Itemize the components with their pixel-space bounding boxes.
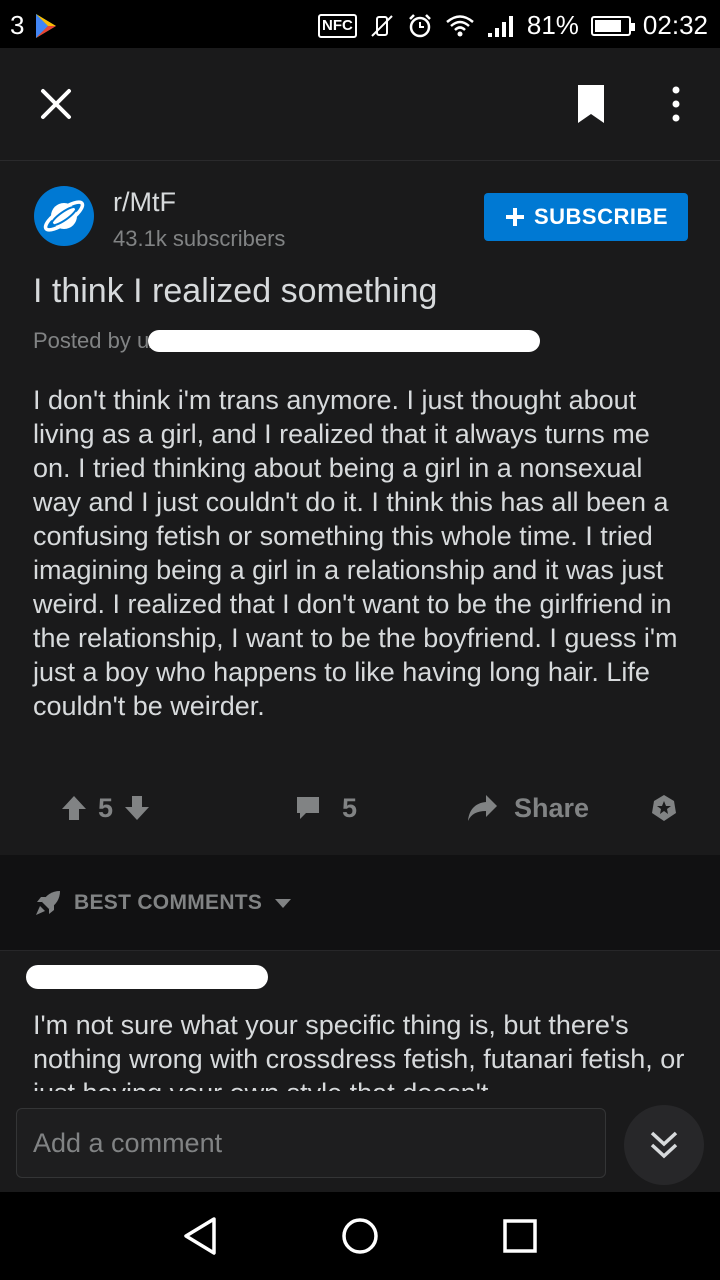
- save-button[interactable]: [565, 78, 617, 130]
- comment-icon: [297, 797, 319, 819]
- bookmark-icon: [578, 85, 604, 123]
- subscribe-button[interactable]: SUBSCRIBE: [484, 193, 688, 241]
- wifi-icon: [446, 14, 474, 36]
- comment: I'm not sure what your specific thing is…: [0, 951, 720, 1091]
- share-icon: [468, 795, 497, 821]
- vote-count: 5: [98, 792, 114, 823]
- award-button[interactable]: [649, 780, 679, 836]
- clock: 02:32: [642, 10, 708, 40]
- play-store-icon: [36, 13, 57, 38]
- subscriber-count: 43.1k subscribers: [113, 226, 286, 251]
- share-button[interactable]: Share: [466, 780, 589, 836]
- vote-group: 5: [60, 780, 151, 836]
- recents-button[interactable]: [490, 1210, 550, 1262]
- battery-icon: [590, 15, 635, 36]
- jump-to-comments-button[interactable]: [624, 1105, 704, 1185]
- subreddit-name[interactable]: r/MtF: [113, 187, 176, 218]
- comment-body: I'm not sure what your specific thing is…: [33, 1010, 685, 1091]
- share-label: Share: [514, 792, 590, 823]
- caret-down-icon: [275, 899, 292, 908]
- add-comment-input[interactable]: Add a comment: [16, 1108, 606, 1178]
- sort-label: BEST COMMENTS: [74, 891, 263, 914]
- upvote-icon[interactable]: [60, 794, 88, 822]
- more-vertical-icon: [672, 86, 680, 122]
- add-comment-placeholder: Add a comment: [33, 1127, 223, 1158]
- back-icon: [184, 1217, 216, 1255]
- close-icon: [41, 89, 71, 119]
- notification-count: 3: [10, 10, 25, 40]
- battery-level: [594, 19, 621, 32]
- vibrate-off-icon: [371, 14, 393, 37]
- alarm-icon: [408, 13, 431, 37]
- nfc-icon: NFC: [318, 13, 357, 38]
- planet-icon: [43, 200, 85, 232]
- post-actions: 5 5 Share: [0, 780, 720, 836]
- subreddit-avatar[interactable]: [34, 186, 94, 246]
- sort-dropdown[interactable]: BEST COMMENTS: [34, 889, 292, 917]
- comments-button[interactable]: 5: [294, 780, 357, 836]
- comment-composer: Add a comment: [0, 1094, 720, 1192]
- recents-icon: [503, 1219, 537, 1253]
- battery-percent: 81%: [526, 10, 579, 40]
- subscribe-label: SUBSCRIBE: [533, 204, 669, 229]
- close-button[interactable]: [30, 78, 82, 130]
- app-bar: [0, 48, 720, 161]
- status-bar: 3 NFC 81% 02:32: [0, 0, 720, 48]
- plus-icon: [505, 208, 524, 226]
- comment-count: 5: [342, 792, 358, 823]
- home-icon: [342, 1218, 378, 1254]
- redaction-mark: [148, 330, 540, 352]
- post-body: I don't think i'm trans anymore. I just …: [33, 385, 678, 721]
- award-icon: [652, 795, 676, 821]
- rocket-icon: [36, 891, 60, 915]
- double-chevron-down-icon: [650, 1131, 678, 1159]
- downvote-icon[interactable]: [123, 794, 151, 822]
- comments-sort-bar: BEST COMMENTS: [0, 855, 720, 951]
- navigation-bar: [0, 1192, 720, 1280]
- post-title: I think I realized something: [33, 272, 438, 310]
- posted-by[interactable]: Posted by u/: [33, 328, 155, 354]
- redaction-mark: [26, 965, 268, 989]
- signal-icon: [487, 15, 513, 37]
- back-button[interactable]: [170, 1210, 230, 1262]
- more-options-button[interactable]: [656, 78, 696, 130]
- home-button[interactable]: [330, 1210, 390, 1262]
